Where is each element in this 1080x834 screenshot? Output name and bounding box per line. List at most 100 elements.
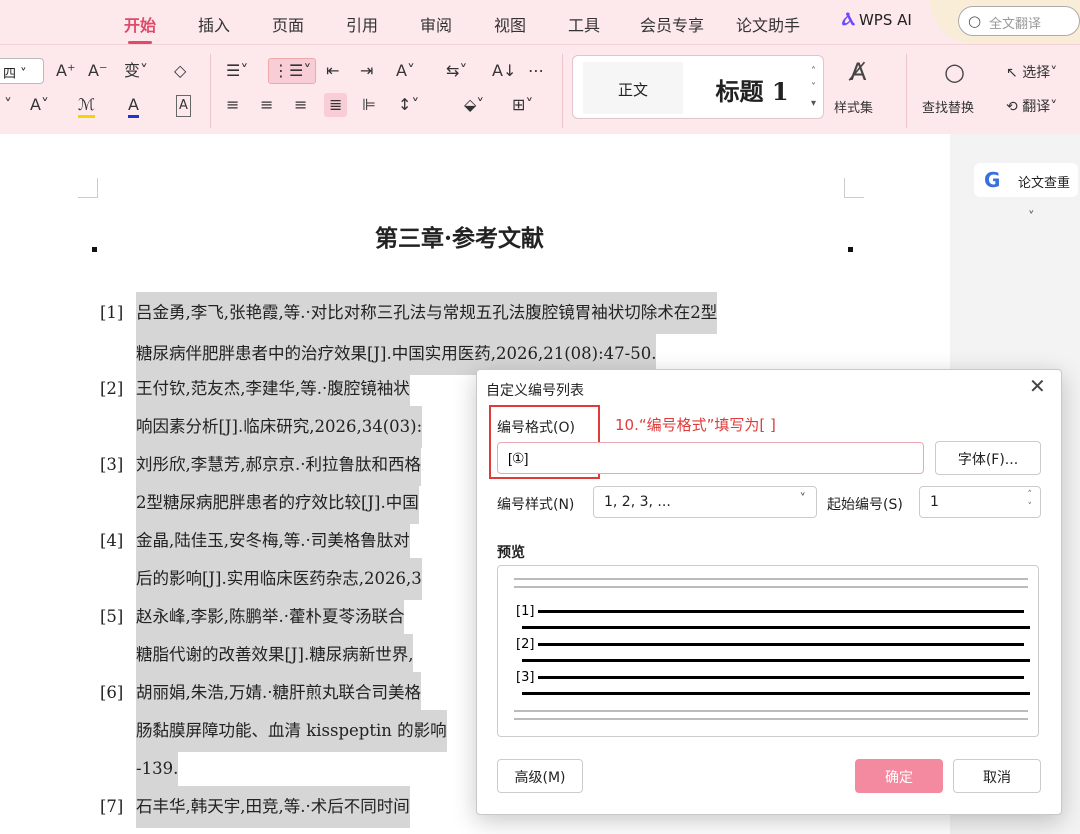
char-border-icon[interactable]: A — [176, 95, 191, 117]
bullet-list-icon[interactable]: ☰˅ — [226, 61, 248, 81]
tab-member[interactable]: 会员专享 — [640, 12, 704, 36]
close-icon[interactable]: ✕ — [1029, 374, 1046, 398]
justify-icon[interactable]: ≣ — [324, 93, 348, 117]
style-gallery: 正文 标题 1 ˄ ˅ ▾ — [572, 55, 824, 119]
chevron-down-icon[interactable]: ˅ — [1028, 210, 1035, 225]
text-direction-icon[interactable]: A˅ — [396, 61, 415, 81]
distributed-icon[interactable]: ⊫ — [362, 95, 376, 115]
reference-text: 2型糖尿病肥胖患者的疗效比较[J].中国 — [136, 482, 419, 524]
phonetic-icon[interactable]: 变˅ — [124, 61, 148, 81]
font-shrink-icon[interactable]: A⁻ — [88, 61, 107, 81]
text-effect-icon[interactable]: A˅ — [30, 95, 49, 115]
separator — [906, 54, 907, 128]
plagiarism-check-button[interactable]: G 论文查重 — [974, 163, 1078, 197]
reference-text: 糖脂代谢的改善效果[J].糖尿病新世界, — [136, 634, 414, 676]
decrease-indent-icon[interactable]: ⇤ — [326, 61, 339, 81]
tab-home[interactable]: 开始 — [124, 12, 156, 44]
margin-mark — [844, 178, 864, 198]
start-number-stepper[interactable]: 1 ˄ ˅ — [919, 486, 1041, 518]
preview-line — [522, 659, 1030, 662]
margin-dot — [92, 247, 97, 252]
cursor-icon: ↖ — [1006, 65, 1018, 81]
preview-line — [538, 643, 1024, 646]
increase-indent-icon[interactable]: ⇥ — [360, 61, 373, 81]
check-label: 论文查重 — [1018, 176, 1071, 191]
number-style-select[interactable]: 1, 2, 3, ... ˅ — [593, 486, 817, 518]
select-button[interactable]: ↖ 选择˅ — [1006, 63, 1057, 83]
separator — [210, 54, 211, 128]
font-size-select[interactable]: 四 ˅ — [0, 58, 44, 84]
tab-page[interactable]: 页面 — [272, 12, 304, 36]
tab-references[interactable]: 引用 — [346, 12, 378, 36]
custom-numbering-dialog: 自定义编号列表 ✕ 10.“编号格式”填写为[ ] 编号格式(O) 字体(F).… — [476, 369, 1062, 815]
preview-label: 预览 — [497, 545, 525, 561]
style-normal[interactable]: 正文 — [583, 62, 683, 114]
style-heading-1[interactable]: 标题 1 — [695, 62, 809, 114]
dialog-title: 自定义编号列表 — [486, 383, 584, 399]
style-scroll-icon[interactable]: ˄ ˅ ▾ — [811, 64, 816, 112]
font-button[interactable]: 字体(F)... — [935, 441, 1041, 475]
eraser-icon[interactable]: ◇ — [174, 61, 186, 81]
tab-insert[interactable]: 插入 — [198, 12, 230, 36]
margin-dot — [848, 247, 853, 252]
translate-label: 翻译 — [1022, 99, 1051, 115]
style-label: 编号样式(N) — [497, 497, 575, 513]
align-left-icon[interactable]: ≡ — [226, 95, 239, 115]
convert-icon[interactable]: ⇆˅ — [446, 61, 467, 81]
numbered-list-icon[interactable]: ⋮☰˅ — [268, 58, 317, 84]
borders-icon[interactable]: ⊞˅ — [512, 95, 533, 115]
wps-ai-label: WPS AI — [858, 10, 912, 29]
format-label: 编号格式(O) — [497, 420, 575, 436]
sort-icon[interactable]: A↓ — [492, 61, 516, 81]
tab-tools[interactable]: 工具 — [568, 12, 600, 36]
preview-line — [538, 610, 1024, 613]
reference-text: 胡丽娟,朱浩,万婧.·糖肝煎丸联合司美格 — [136, 672, 421, 714]
wps-ai-button[interactable]: Ⲁ WPS AI — [842, 9, 912, 30]
search-input[interactable]: ○ 全文翻译 — [958, 6, 1080, 36]
more-icon[interactable]: ˅ — [4, 95, 12, 115]
tab-review[interactable]: 审阅 — [420, 12, 452, 36]
reference-number: [2] — [100, 379, 124, 398]
reference-text: 响因素分析[J].临床研究,2026,34(03): — [136, 406, 423, 448]
tab-thesis-assistant[interactable]: 论文助手 — [736, 12, 800, 36]
tab-view[interactable]: 视图 — [494, 12, 526, 36]
reference-text: 石丰华,韩天宇,田竞,等.·术后不同时间 — [136, 786, 410, 828]
highlight-icon[interactable]: ℳ — [78, 95, 96, 118]
reference-number: [6] — [100, 683, 124, 702]
reference-text: 吕金勇,李飞,张艳霞,等.·对比对称三孔法与常规五孔法腹腔镜胃袖状切除术在2型 — [136, 292, 718, 334]
find-replace-button[interactable]: 查找替换 — [922, 97, 974, 116]
annotation-text: 10.“编号格式”填写为[ ] — [615, 416, 776, 434]
show-marks-icon[interactable]: ⋯ — [528, 61, 544, 81]
preview-line — [538, 676, 1024, 679]
reference-number: [5] — [100, 607, 124, 626]
line-spacing-icon[interactable]: ↕˅ — [398, 95, 419, 115]
cancel-button[interactable]: 取消 — [953, 759, 1041, 793]
translate-icon: ⟲ — [1006, 99, 1018, 115]
font-color-icon[interactable]: A — [128, 95, 139, 118]
reference-text: 金晶,陆佳玉,安冬梅,等.·司美格鲁肽对 — [136, 520, 410, 562]
format-input[interactable] — [497, 442, 924, 474]
reference-text: 赵永峰,李影,陈鹏举.·藿朴夏苓汤联合 — [136, 596, 405, 638]
ribbon-toolbar — [0, 44, 1080, 134]
translate-button[interactable]: ⟲ 翻译˅ — [1006, 97, 1057, 117]
reference-number: [7] — [100, 797, 124, 816]
style-set-icon: A̸ — [850, 58, 867, 86]
stepper-arrows-icon[interactable]: ˄ ˅ — [1028, 489, 1033, 513]
find-icon: ○ — [944, 58, 965, 86]
font-grow-icon[interactable]: A⁺ — [56, 61, 75, 81]
start-number-value: 1 — [930, 494, 939, 510]
style-set-button[interactable]: 样式集 — [834, 97, 873, 116]
ok-button[interactable]: 确定 — [855, 759, 943, 793]
align-right-icon[interactable]: ≡ — [294, 95, 307, 115]
shading-icon[interactable]: ⬙˅ — [464, 95, 484, 115]
select-label: 选择 — [1022, 65, 1051, 81]
start-label: 起始编号(S) — [827, 497, 903, 513]
preview-line — [522, 692, 1030, 695]
preview-line — [514, 586, 1028, 588]
align-center-icon[interactable]: ≡ — [260, 95, 273, 115]
search-placeholder: 全文翻译 — [989, 17, 1042, 32]
advanced-button[interactable]: 高级(M) — [497, 759, 583, 793]
separator — [562, 54, 563, 128]
font-size-value: 四 — [3, 67, 17, 82]
reference-text: -139. — [136, 748, 179, 790]
